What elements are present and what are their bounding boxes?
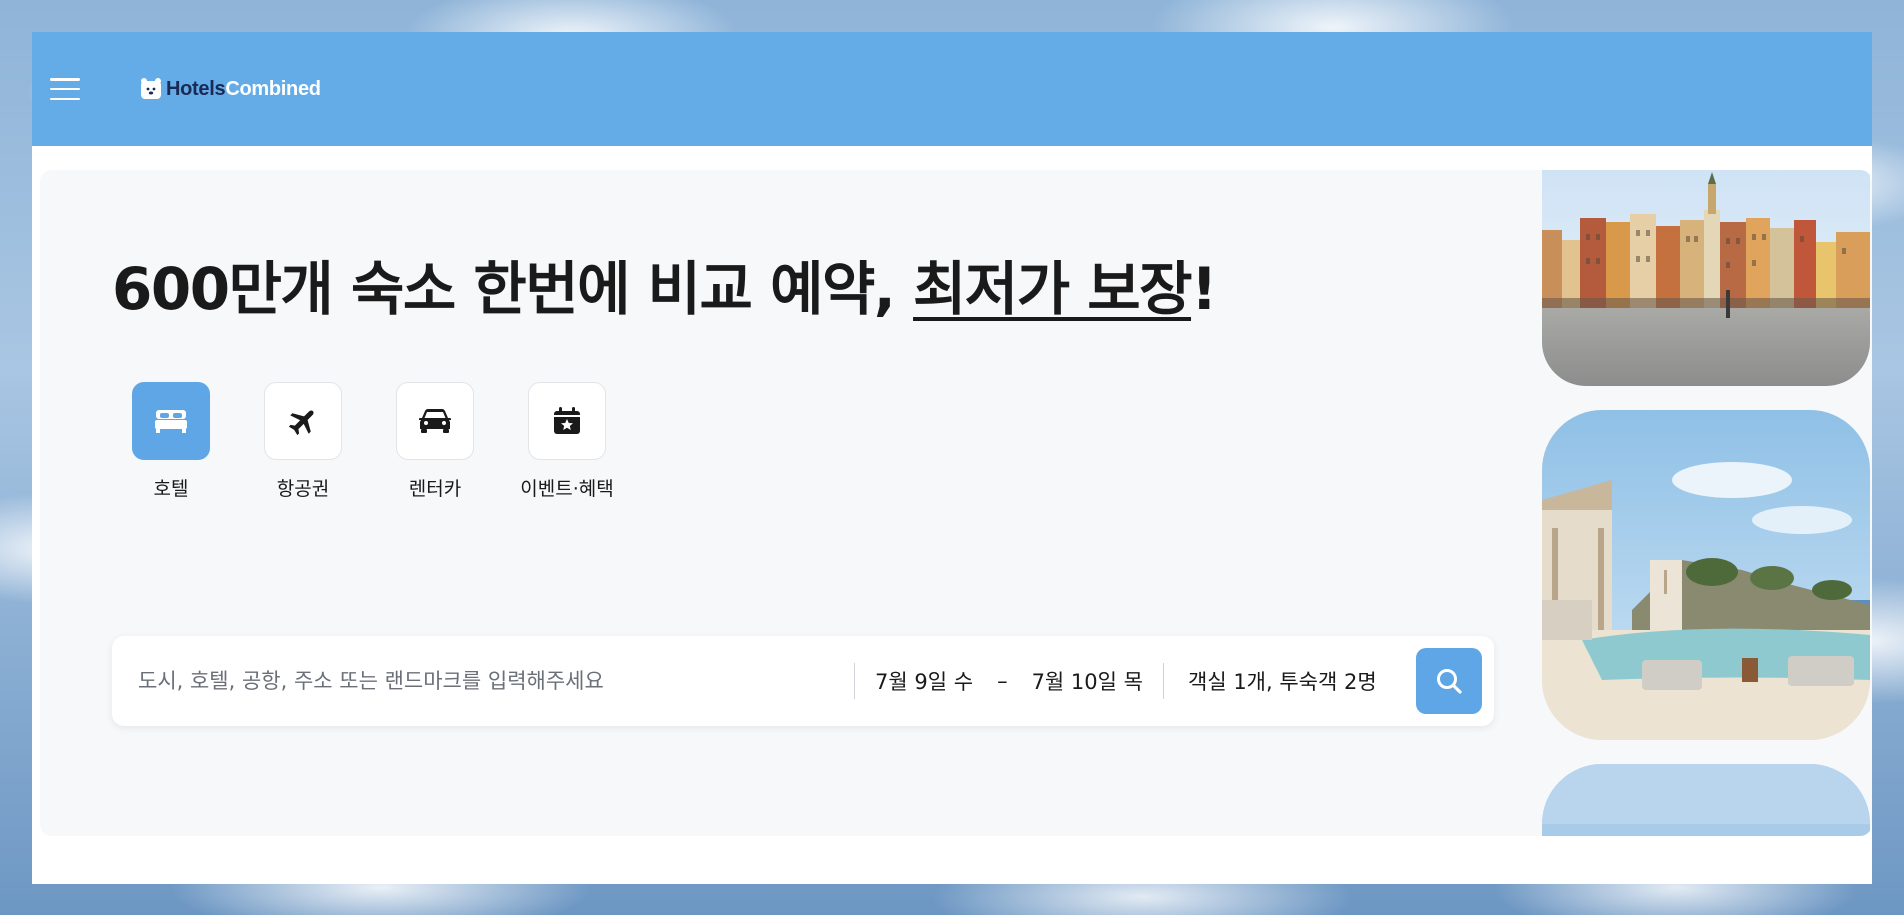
tab-hotels[interactable]: 호텔 (132, 382, 210, 501)
date-range-picker[interactable]: 7월 9일 수 – 7월 10일 목 (855, 666, 1163, 696)
tab-hotels-label: 호텔 (153, 478, 189, 500)
hotel-search-form: 7월 9일 수 – 7월 10일 목 객실 1개, 투숙객 2명 (112, 636, 1494, 726)
checkin-date[interactable]: 7월 9일 수 (875, 666, 973, 696)
vertical-tabs: 호텔 항공권 렌터카 이벤트·혜택 (132, 382, 614, 501)
hero-headline: 600만개 숙소 한번에 비교 예약, 최저가 보장! (112, 242, 1217, 326)
tab-hotels-button[interactable] (132, 382, 210, 460)
page-frame: Hotels Combined 600만개 숙소 한번에 비교 예약, 최저가 보… (32, 32, 1872, 884)
calendar-star-icon (554, 407, 580, 434)
airplane-icon (288, 410, 314, 436)
resort-pool-photo (1542, 410, 1870, 740)
old-town-square-photo (1542, 170, 1870, 386)
bear-logo-icon (141, 78, 161, 99)
tab-car-rental-button[interactable] (396, 382, 474, 460)
headline-text: 600만개 숙소 한번에 비교 예약, (112, 255, 914, 323)
menu-icon[interactable] (50, 78, 80, 100)
brand-logo[interactable]: Hotels Combined (140, 78, 321, 101)
checkout-date[interactable]: 7월 10일 목 (1032, 666, 1143, 696)
top-bar: Hotels Combined (32, 32, 1872, 146)
sky-photo (1542, 764, 1870, 836)
tab-events-deals[interactable]: 이벤트·혜택 (520, 382, 614, 501)
car-icon (419, 409, 451, 433)
search-button[interactable] (1416, 648, 1482, 714)
tab-events-deals-label: 이벤트·혜택 (520, 478, 614, 500)
headline-underlined-text: 최저가 보장 (913, 255, 1193, 323)
guests-rooms-selector[interactable]: 객실 1개, 투숙객 2명 (1164, 666, 1414, 696)
brand-name-hotels: Hotels (166, 77, 226, 100)
brand-name-combined: Combined (225, 77, 321, 100)
tab-events-deals-button[interactable] (528, 382, 606, 460)
destination-images (1542, 170, 1872, 836)
search-icon (1437, 669, 1462, 694)
tab-flights-button[interactable] (264, 382, 342, 460)
tab-flights[interactable]: 항공권 (264, 382, 342, 501)
bed-icon (155, 410, 187, 433)
tab-car-rental-label: 렌터카 (408, 478, 462, 500)
tab-car-rental[interactable]: 렌터카 (396, 382, 474, 501)
hero-section: 600만개 숙소 한번에 비교 예약, 최저가 보장! 호텔 항공권 렌터카 이… (40, 170, 1872, 836)
headline-exclamation: ! (1191, 255, 1217, 323)
destination-search-input[interactable] (112, 636, 854, 726)
tab-flights-label: 항공권 (276, 478, 330, 500)
date-dash: – (997, 669, 1008, 693)
